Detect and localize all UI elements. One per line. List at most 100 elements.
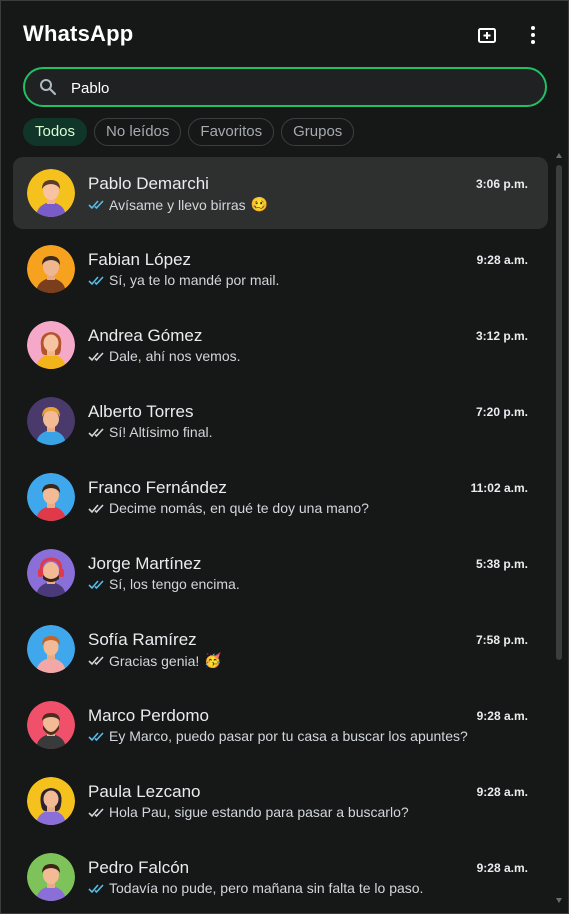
chat-preview-text: Sí! Altísimo final. <box>109 424 213 440</box>
menu-button[interactable] <box>520 21 546 49</box>
chat-preview: Sí, ya te lo mandé por mail. <box>88 272 279 288</box>
avatar-icon <box>27 853 75 901</box>
chat-name: Pedro Falcón <box>88 858 190 877</box>
avatar <box>27 853 75 901</box>
chat-preview-text: Todavía no pude, pero mañana sin falta t… <box>109 880 424 896</box>
scroll-down-icon[interactable] <box>556 898 562 903</box>
chat-preview-text: Sí, ya te lo mandé por mail. <box>109 272 280 288</box>
chat-time: 5:38 p.m. <box>475 557 528 571</box>
chat-preview-emoji: 🥴 <box>250 196 269 212</box>
chat-item-sofia-ramirez[interactable]: Sofía Ramírez 7:58 p.m. Gracias genia! 🥳 <box>13 613 548 685</box>
avatar-icon <box>27 701 75 749</box>
double-check-icon <box>88 275 104 285</box>
avatar-icon <box>27 169 75 217</box>
chat-name: Fabian López <box>88 250 192 269</box>
double-check-icon <box>88 883 104 893</box>
chat-time: 3:06 p.m. <box>475 177 528 191</box>
chat-preview-text: Gracias genia! <box>109 652 200 669</box>
filter-unread[interactable]: No leídos <box>94 118 182 146</box>
chat-name: Marco Perdomo <box>88 706 209 725</box>
new-chat-button[interactable] <box>474 21 500 49</box>
chat-preview-text: Avísame y llevo birras <box>109 196 246 213</box>
search-input[interactable] <box>69 76 523 100</box>
chat-preview: Hola Pau, sigue estando para pasar a bus… <box>88 804 409 820</box>
avatar <box>27 625 75 673</box>
search-bar[interactable] <box>23 67 547 107</box>
chat-item-andrea-gomez[interactable]: Andrea Gómez 3:12 p.m. Dale, ahí nos vem… <box>13 309 548 381</box>
double-check-icon <box>88 579 104 589</box>
avatar <box>27 777 75 825</box>
scroll-up-icon[interactable] <box>556 153 562 158</box>
filter-favorites[interactable]: Favoritos <box>188 118 275 146</box>
chat-time: 9:28 a.m. <box>476 709 528 723</box>
chat-name: Paula Lezcano <box>88 782 201 801</box>
chat-time: 11:02 a.m. <box>470 481 528 495</box>
chat-item-pedro-falcon[interactable]: Pedro Falcón 9:28 a.m. Todavía no pude, … <box>13 841 548 913</box>
chat-preview: Dale, ahí nos vemos. <box>88 348 241 364</box>
chat-item-paula-lezcano[interactable]: Paula Lezcano 9:28 a.m. Hola Pau, sigue … <box>13 765 548 837</box>
avatar-icon <box>27 777 75 825</box>
chat-name: Jorge Martínez <box>88 554 202 573</box>
chat-preview-text: Sí, los tengo encima. <box>109 576 240 592</box>
avatar-icon <box>27 625 75 673</box>
chat-name: Pablo Demarchi <box>88 174 209 193</box>
avatar-icon <box>27 245 75 293</box>
avatar <box>27 245 75 293</box>
chat-item-pablo-demarchi[interactable]: Pablo Demarchi 3:06 p.m. Avísame y llevo… <box>13 157 548 229</box>
chat-preview-text: Dale, ahí nos vemos. <box>109 348 241 364</box>
chat-list: Pablo Demarchi 3:06 p.m. Avísame y llevo… <box>13 157 548 913</box>
filter-groups[interactable]: Grupos <box>281 118 355 146</box>
search-icon <box>40 79 57 96</box>
double-check-icon <box>88 731 104 741</box>
filter-all[interactable]: Todos <box>23 118 88 146</box>
avatar-icon <box>27 321 75 369</box>
avatar <box>27 169 75 217</box>
double-check-icon <box>88 807 104 817</box>
whatsapp-window: WhatsApp Todos No leídos Favoritos Grup <box>0 0 569 914</box>
avatar <box>27 321 75 369</box>
header: WhatsApp <box>23 21 546 51</box>
chat-name: Alberto Torres <box>88 402 194 421</box>
avatar-icon <box>27 397 75 445</box>
avatar <box>27 473 75 521</box>
chat-time: 9:28 a.m. <box>476 785 528 799</box>
chat-preview-emoji: 🥳 <box>204 652 222 668</box>
chat-time: 9:28 a.m. <box>476 253 528 267</box>
chat-item-franco-fernandez[interactable]: Franco Fernández 11:02 a.m. Decime nomás… <box>13 461 548 533</box>
chat-time: 9:28 a.m. <box>476 861 528 875</box>
avatar-icon <box>27 549 75 597</box>
double-check-icon <box>88 427 104 437</box>
chat-preview: Sí! Altísimo final. <box>88 424 212 440</box>
app-title: WhatsApp <box>23 21 134 46</box>
chat-preview: Gracias genia! 🥳 <box>88 652 222 669</box>
chat-list-scrollbar[interactable] <box>556 153 562 903</box>
double-check-icon <box>88 351 104 361</box>
chat-preview: Todavía no pude, pero mañana sin falta t… <box>88 880 423 896</box>
avatar <box>27 701 75 749</box>
chat-preview: Sí, los tengo encima. <box>88 576 240 592</box>
avatar <box>27 397 75 445</box>
chat-preview-text: Ey Marco, puedo pasar por tu casa a busc… <box>109 728 468 744</box>
chat-item-fabian-lopez[interactable]: Fabian López 9:28 a.m. Sí, ya te lo mand… <box>13 233 548 305</box>
chat-preview: Ey Marco, puedo pasar por tu casa a busc… <box>88 728 468 744</box>
chat-time: 7:20 p.m. <box>475 405 528 419</box>
double-check-icon <box>88 200 104 210</box>
chat-preview: Decime nomás, en qué te doy una mano? <box>88 500 369 516</box>
double-check-icon <box>88 656 104 666</box>
filter-chips: Todos No leídos Favoritos Grupos <box>23 118 355 146</box>
chat-name: Franco Fernández <box>88 478 227 497</box>
chat-name: Sofía Ramírez <box>88 630 197 649</box>
chat-item-marco-perdomo[interactable]: Marco Perdomo 9:28 a.m. Ey Marco, puedo … <box>13 689 548 761</box>
chat-item-jorge-martinez[interactable]: Jorge Martínez 5:38 p.m. Sí, los tengo e… <box>13 537 548 609</box>
double-check-icon <box>88 503 104 513</box>
avatar-icon <box>27 473 75 521</box>
chat-preview: Avísame y llevo birras 🥴 <box>88 196 268 213</box>
chat-time: 3:12 p.m. <box>475 329 528 343</box>
chat-item-alberto-torres[interactable]: Alberto Torres 7:20 p.m. Sí! Altísimo fi… <box>13 385 548 457</box>
chat-name: Andrea Gómez <box>88 326 203 345</box>
new-chat-icon <box>478 28 496 43</box>
scrollbar-thumb[interactable] <box>556 165 562 660</box>
chat-preview-text: Decime nomás, en qué te doy una mano? <box>109 500 369 516</box>
chat-time: 7:58 p.m. <box>475 633 528 647</box>
more-vertical-icon <box>531 26 535 44</box>
